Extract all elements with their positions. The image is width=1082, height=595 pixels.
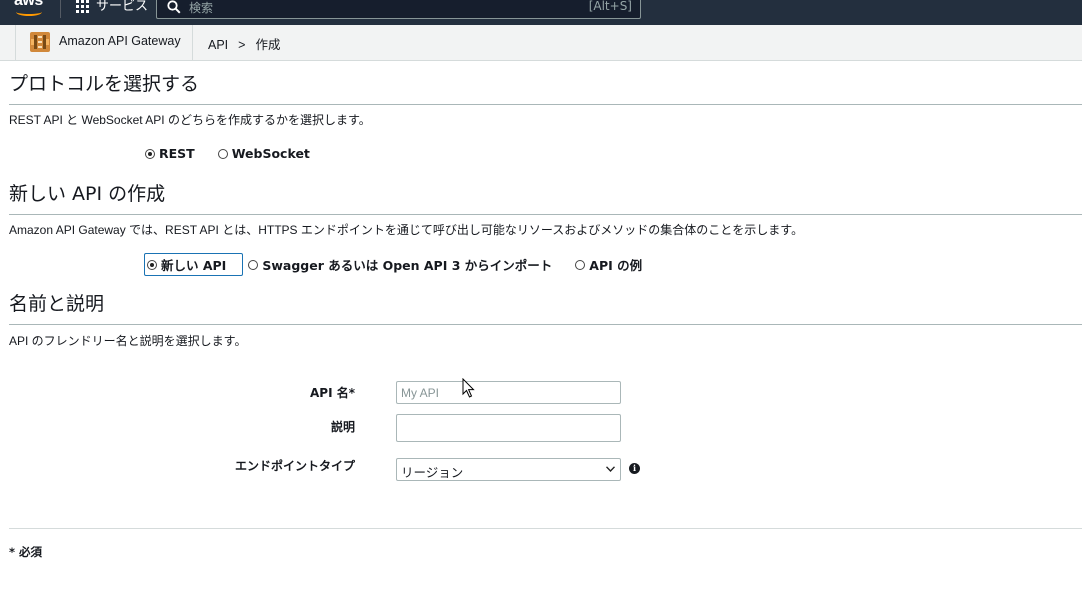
protocol-radio-group: REST WebSocket (145, 146, 310, 161)
search-icon (167, 0, 181, 14)
api-gateway-icon (30, 32, 50, 52)
radio-websocket-label: WebSocket (231, 146, 310, 161)
radio-new-api[interactable]: 新しい API (144, 253, 244, 276)
aws-smile-icon (16, 8, 42, 16)
footer-divider (9, 528, 1082, 529)
radio-example-api[interactable]: API の例 (575, 255, 642, 274)
top-navigation-bar: aws サービス 検索 [Alt+S] (0, 0, 1082, 25)
chevron-down-icon (606, 466, 615, 472)
services-menu-button[interactable]: サービス (76, 0, 148, 14)
search-shortcut-hint: [Alt+S] (588, 0, 632, 13)
endpoint-type-select[interactable]: リージョン (396, 458, 621, 481)
new-api-description: Amazon API Gateway では、REST API とは、HTTPS … (9, 223, 804, 237)
name-section-title: 名前と説明 (9, 293, 105, 315)
endpoint-type-label: エンドポイントタイプ (234, 459, 355, 473)
description-label: 説明 (330, 420, 355, 434)
section-divider (9, 324, 1082, 325)
service-home-link[interactable]: Amazon API Gateway (15, 25, 193, 61)
radio-websocket[interactable]: WebSocket (217, 146, 310, 161)
radio-example-api-control[interactable] (575, 259, 586, 270)
info-icon[interactable]: i (629, 463, 640, 474)
search-input[interactable]: 検索 [Alt+S] (156, 0, 641, 19)
services-label: サービス (96, 0, 149, 14)
radio-rest[interactable]: REST (145, 146, 195, 161)
radio-import-swagger-label: Swagger あるいは Open API 3 からインポート (262, 258, 553, 273)
section-divider (9, 214, 1082, 215)
name-section-description: API のフレンドリー名と説明を選択します。 (9, 334, 247, 348)
search-placeholder: 検索 (189, 1, 214, 15)
radio-new-api-label: 新しい API (161, 258, 227, 273)
required-note: * 必須 (9, 545, 43, 559)
grid-menu-icon (76, 0, 89, 13)
description-input[interactable] (396, 414, 621, 442)
mouse-cursor-icon (462, 378, 475, 398)
endpoint-type-value: リージョン (401, 465, 464, 480)
api-name-input[interactable] (396, 381, 621, 404)
aws-logo[interactable]: aws (14, 0, 48, 17)
radio-import-swagger[interactable]: Swagger あるいは Open API 3 からインポート (248, 255, 552, 274)
breadcrumb: API > 作成 (208, 34, 280, 53)
nav-divider (60, 0, 61, 18)
api-name-label: API 名* (309, 386, 355, 400)
radio-rest-control[interactable] (145, 148, 155, 159)
radio-import-swagger-control[interactable] (248, 259, 259, 270)
protocol-section-title: プロトコルを選択する (9, 73, 200, 95)
radio-rest-label: REST (159, 146, 195, 161)
breadcrumb-link-api[interactable]: API (208, 38, 228, 52)
radio-example-api-label: API の例 (589, 258, 643, 273)
breadcrumb-separator: > (238, 38, 246, 52)
radio-new-api-control[interactable] (147, 259, 157, 270)
section-divider (9, 104, 1082, 105)
service-name: Amazon API Gateway (59, 34, 181, 48)
breadcrumb-bar: Amazon API Gateway API > 作成 (0, 25, 1082, 61)
radio-websocket-control[interactable] (217, 148, 228, 159)
protocol-description: REST API と WebSocket API のどちらを作成するかを選択しま… (9, 113, 371, 127)
create-method-radio-group: 新しい API Swagger あるいは Open API 3 からインポート … (144, 253, 642, 276)
breadcrumb-current-create: 作成 (255, 38, 281, 52)
new-api-section-title: 新しい API の作成 (9, 183, 166, 205)
